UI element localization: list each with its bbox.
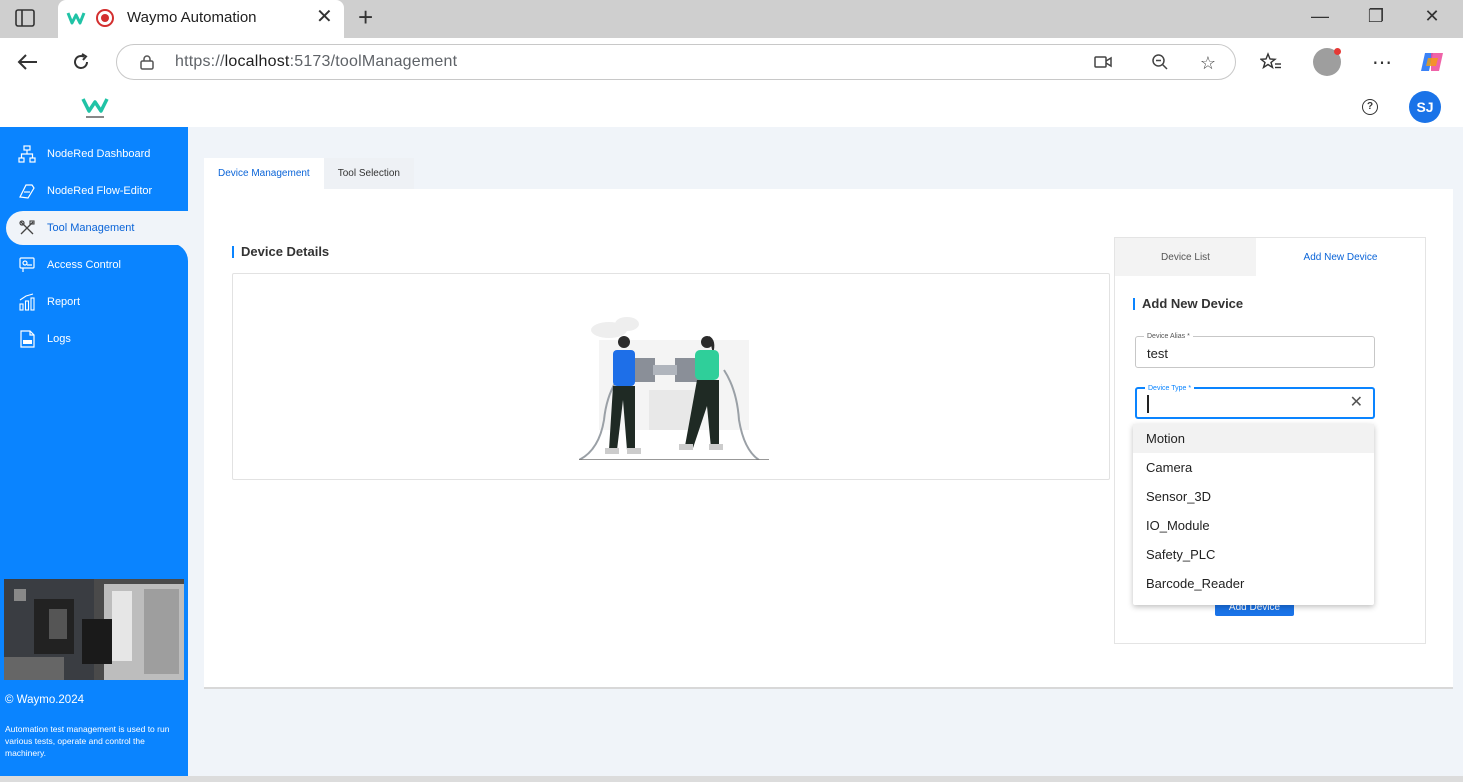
browser-navbar: https://localhost:5173/toolManagement ☆ … — [0, 38, 1463, 86]
minimize-icon[interactable]: — — [1305, 6, 1335, 27]
clear-icon[interactable]: ✕ — [1350, 394, 1363, 412]
address-bar[interactable]: https://localhost:5173/toolManagement ☆ — [116, 44, 1236, 80]
device-connection-illustration — [579, 317, 769, 460]
dropdown-option[interactable]: Camera — [1133, 453, 1374, 482]
app-description: Automation test management is used to ru… — [5, 724, 170, 758]
tab-tool-selection[interactable]: Tool Selection — [323, 158, 414, 189]
text-caret — [1147, 395, 1149, 413]
device-type-field[interactable]: Device Type * ✕ — [1135, 384, 1375, 419]
lock-icon[interactable] — [139, 54, 155, 70]
dropdown-option[interactable]: Safety_PLC — [1133, 540, 1374, 569]
flow-editor-icon — [19, 184, 35, 199]
dropdown-option[interactable]: Barcode_Reader — [1133, 569, 1374, 598]
dropdown-option[interactable]: Motion — [1133, 424, 1374, 453]
device-type-dropdown: Motion Camera Sensor_3D IO_Module Safety… — [1133, 424, 1374, 605]
help-icon[interactable]: ? — [1362, 99, 1378, 115]
favorites-icon[interactable] — [1257, 48, 1285, 76]
app-header: ? SJ — [0, 86, 1463, 127]
back-icon[interactable] — [14, 48, 42, 76]
restore-icon[interactable]: ❐ — [1361, 6, 1391, 27]
sitemap-icon — [18, 145, 36, 163]
close-window-icon[interactable]: ✕ — [1417, 6, 1447, 27]
sidebar: NodeRed Dashboard NodeRed Flow-Editor To… — [0, 127, 188, 776]
sidebar-item-label: Tool Management — [47, 222, 135, 234]
sidebar-item-label: NodeRed Dashboard — [47, 148, 151, 160]
tab-add-new-device[interactable]: Add New Device — [1256, 238, 1425, 276]
sidebar-item-label: NodeRed Flow-Editor — [47, 185, 153, 197]
sidebar-item-report[interactable]: Report — [0, 285, 188, 319]
tab-device-list[interactable]: Device List — [1115, 238, 1256, 276]
camera-icon[interactable] — [1093, 53, 1113, 73]
main-tabs: Device Management Tool Selection — [204, 158, 414, 189]
device-type-label: Device Type * — [1145, 384, 1195, 393]
device-alias-label: Device Alias * — [1144, 332, 1193, 341]
profile-icon[interactable] — [1313, 48, 1341, 76]
sidebar-item-label: Logs — [47, 333, 71, 345]
copyright-text: © Waymo.2024 — [5, 694, 84, 706]
sidebar-item-label: Report — [47, 296, 81, 308]
device-details-box — [232, 273, 1110, 480]
url-text[interactable]: https://localhost:5173/toolManagement — [175, 53, 457, 71]
new-tab-icon[interactable]: + — [358, 4, 373, 30]
sidebar-toggle-icon[interactable] — [14, 8, 36, 28]
sidebar-item-nodered-dashboard[interactable]: NodeRed Dashboard — [0, 137, 188, 171]
more-menu-icon[interactable]: ⋯ — [1368, 48, 1396, 76]
close-tab-icon[interactable]: ✕ — [316, 6, 333, 28]
sidebar-item-logs[interactable]: Logs — [0, 322, 188, 356]
dropdown-option[interactable]: Sensor_3D — [1133, 482, 1374, 511]
logs-icon — [20, 330, 35, 348]
sidebar-item-access-control[interactable]: Access Control — [0, 248, 188, 282]
zoom-icon[interactable] — [1150, 53, 1170, 73]
sidebar-item-label: Access Control — [47, 259, 121, 271]
tab-device-management[interactable]: Device Management — [204, 158, 324, 189]
browser-tab[interactable]: Waymo Automation ✕ — [58, 0, 344, 38]
sidebar-item-nodered-flow-editor[interactable]: NodeRed Flow-Editor — [0, 174, 188, 208]
add-new-device-title: Add New Device — [1133, 297, 1243, 310]
report-chart-icon — [19, 293, 35, 311]
panel-tabs: Device List Add New Device — [1115, 238, 1425, 276]
recording-icon — [96, 9, 114, 27]
waymo-logo-icon — [81, 98, 109, 118]
device-alias-value[interactable]: test — [1147, 346, 1168, 361]
access-control-icon — [19, 257, 35, 272]
copilot-icon[interactable] — [1418, 48, 1446, 76]
taskbar-strip — [0, 776, 1463, 782]
sidebar-item-tool-management[interactable]: Tool Management — [6, 211, 188, 245]
waymo-favicon-icon — [66, 12, 86, 25]
reload-icon[interactable] — [67, 48, 95, 76]
browser-tabstrip: Waymo Automation ✕ + — ❐ ✕ — [0, 0, 1463, 38]
device-alias-field[interactable]: Device Alias * test — [1135, 332, 1375, 368]
device-details-title: Device Details — [232, 245, 329, 258]
machinery-photo — [4, 579, 184, 680]
dropdown-option[interactable]: IO_Module — [1133, 511, 1374, 540]
favorite-star-icon[interactable]: ☆ — [1198, 53, 1218, 73]
tab-title: Waymo Automation — [127, 9, 257, 26]
tools-icon — [19, 220, 35, 235]
user-avatar[interactable]: SJ — [1409, 91, 1441, 123]
